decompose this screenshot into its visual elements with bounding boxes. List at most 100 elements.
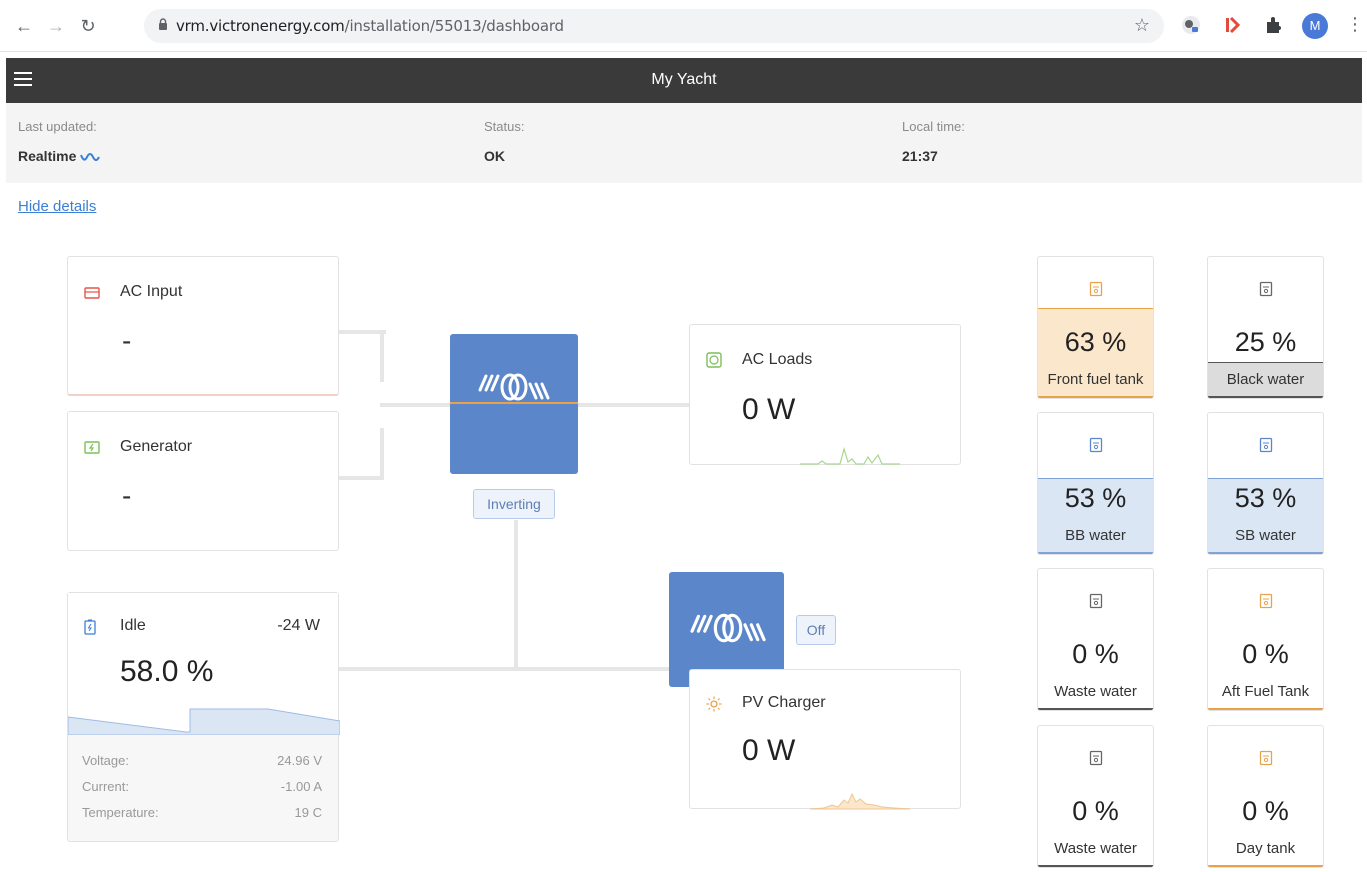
generator-value: - [122, 480, 132, 511]
tank-value: 53 % [1234, 483, 1297, 513]
battery-icon [84, 619, 96, 635]
battery-power: -24 W [277, 617, 320, 634]
ac-input-plug-icon [84, 287, 100, 299]
forward-arrow-icon[interactable]: → [44, 14, 68, 38]
tank-icon [1089, 437, 1103, 453]
battery-card[interactable]: Idle -24 W 58.0 % Voltage: 24.96 V Curren… [67, 592, 340, 842]
tank-value: 0 % [1242, 639, 1289, 669]
mppt-status-badge: Off [796, 615, 836, 645]
tank-tile[interactable]: 25 % Black water [1207, 256, 1324, 399]
realtime-wave-icon [80, 153, 101, 162]
inverter-divider [450, 402, 578, 404]
tank-name: Black water [1226, 371, 1305, 388]
tank-tile[interactable]: 53 % BB water [1037, 412, 1154, 555]
connector-line [380, 330, 384, 382]
battery-voltage-row: Voltage: 24.96 V [82, 753, 322, 768]
tank-tile[interactable]: 63 % Front fuel tank [1037, 256, 1154, 399]
tank-icon [1259, 593, 1273, 609]
reload-icon[interactable]: ↻ [76, 14, 100, 38]
tank-level-fill [1208, 865, 1323, 867]
tank-icon [1259, 750, 1273, 766]
tank-level-fill [1038, 708, 1153, 710]
tank-tile[interactable]: 0 % Aft Fuel Tank [1207, 568, 1324, 711]
extension-red-icon[interactable] [1222, 14, 1244, 36]
ac-loads-socket-icon [706, 352, 722, 368]
ac-input-card[interactable]: AC Input - [67, 256, 339, 396]
tank-value: 0 % [1072, 639, 1119, 669]
local-time-value: 21:37 [902, 148, 938, 164]
hide-details-link[interactable]: Hide details [18, 198, 96, 215]
generator-title: Generator [120, 438, 193, 455]
tank-name: SB water [1235, 527, 1296, 544]
connector-line [514, 520, 518, 670]
generator-icon [84, 441, 100, 454]
tank-tile[interactable]: 0 % Day tank [1207, 725, 1324, 868]
tank-value: 25 % [1234, 327, 1297, 357]
tank-name: Front fuel tank [1047, 371, 1144, 388]
tank-value: 0 % [1242, 796, 1289, 826]
tank-value: 63 % [1064, 327, 1127, 357]
url-text: vrm.victronenergy.com/installation/55013… [176, 17, 564, 35]
tank-tile[interactable]: 0 % Waste water [1037, 568, 1154, 711]
extensions-puzzle-icon[interactable] [1262, 14, 1284, 36]
tank-name: Day tank [1235, 840, 1296, 857]
tank-value: 53 % [1064, 483, 1127, 513]
tank-level-fill [1038, 865, 1153, 867]
pv-charger-value: 0 W [742, 734, 796, 767]
address-bar[interactable]: vrm.victronenergy.com/installation/55013… [144, 9, 1164, 43]
battery-temperature-row: Temperature: 19 C [82, 805, 322, 820]
ac-loads-value: 0 W [742, 393, 796, 426]
profile-avatar[interactable]: M [1302, 13, 1328, 39]
tank-icon [1089, 750, 1103, 766]
ac-input-value: - [122, 325, 132, 356]
tank-name: Aft Fuel Tank [1221, 683, 1310, 700]
connector-line [380, 428, 384, 480]
status-label: Status: [484, 119, 525, 134]
page-title: My Yacht [651, 71, 717, 88]
bookmark-star-icon[interactable]: ☆ [1134, 15, 1150, 36]
battery-soc: 58.0 % [120, 655, 214, 688]
tank-name: BB water [1065, 527, 1126, 544]
browser-menu-icon[interactable]: ⋮ [1346, 14, 1364, 35]
ac-loads-card[interactable]: AC Loads 0 W [689, 324, 961, 465]
battery-summary: Idle -24 W 58.0 % [68, 593, 340, 735]
lock-icon [159, 18, 167, 30]
connector-line [338, 667, 670, 671]
connector-line [338, 476, 384, 480]
battery-soc-chart [68, 708, 340, 735]
victron-logo-icon [690, 613, 766, 643]
back-arrow-icon[interactable]: ← [12, 14, 36, 38]
app-header: My Yacht [6, 58, 1362, 103]
tank-icon [1259, 281, 1273, 297]
ac-loads-title: AC Loads [742, 351, 813, 368]
tank-level-fill [1208, 708, 1323, 710]
tank-icon [1259, 437, 1273, 453]
pv-charger-title: PV Charger [742, 694, 826, 711]
browser-chrome: ← → ↻ vrm.victronenergy.com/installation… [0, 0, 1367, 52]
connector-line [578, 403, 690, 407]
battery-current-row: Current: -1.00 A [82, 779, 322, 794]
tank-tile[interactable]: 53 % SB water [1207, 412, 1324, 555]
ac-input-title: AC Input [120, 283, 183, 300]
local-time-label: Local time: [902, 119, 965, 134]
inverter-status-badge: Inverting [473, 489, 555, 519]
connector-line [338, 330, 386, 334]
tank-tile[interactable]: 0 % Waste water [1037, 725, 1154, 868]
info-bar: Last updated: Realtime Status: OK Local … [6, 103, 1362, 183]
last-updated-value: Realtime [18, 148, 102, 164]
pv-charger-card[interactable]: PV Charger 0 W [689, 669, 961, 810]
pv-charger-sparkline [810, 792, 911, 810]
connector-line [380, 403, 450, 407]
victron-logo-icon [478, 373, 550, 401]
tank-name: Waste water [1054, 683, 1137, 700]
status-value: OK [484, 148, 505, 164]
ac-loads-sparkline [800, 446, 900, 465]
tank-icon [1089, 593, 1103, 609]
sun-icon [706, 696, 722, 712]
inverter-device[interactable] [450, 334, 578, 474]
tank-icon [1089, 281, 1103, 297]
generator-card[interactable]: Generator - [67, 411, 339, 551]
battery-state: Idle [120, 617, 146, 634]
extension-password-icon[interactable] [1180, 14, 1202, 36]
tank-value: 0 % [1072, 796, 1119, 826]
